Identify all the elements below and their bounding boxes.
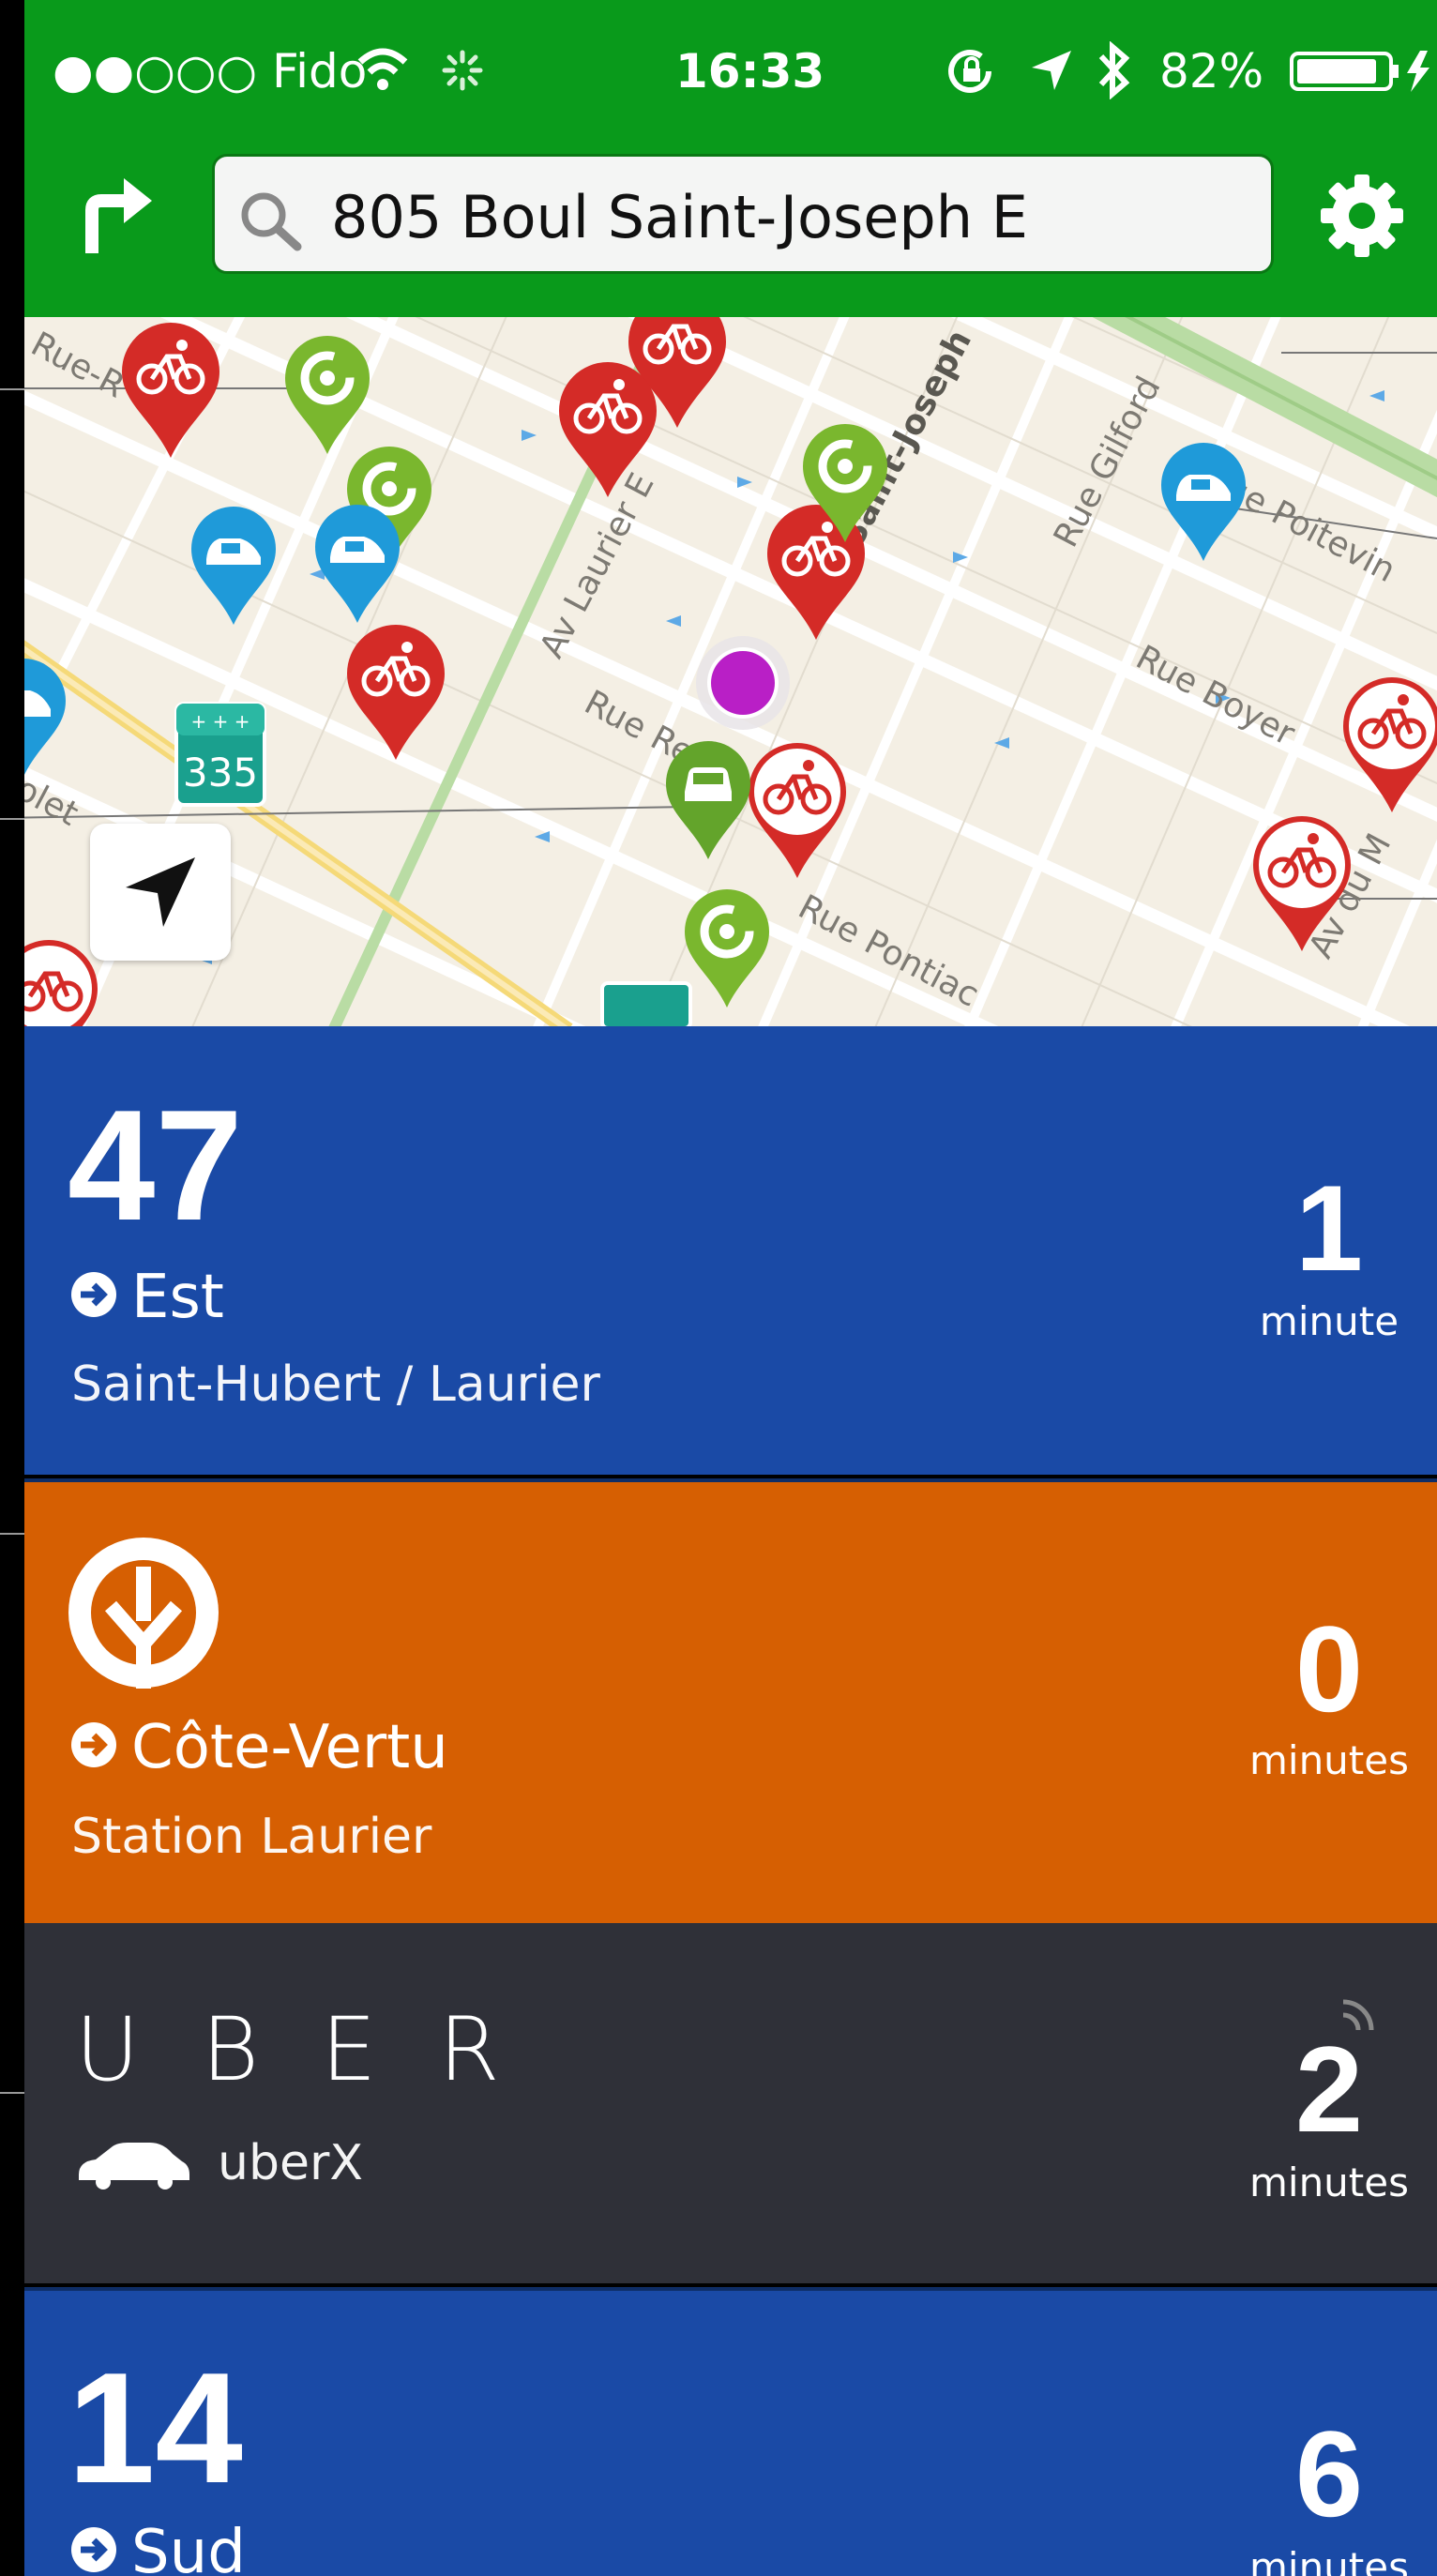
highway-shield-335: 335 + + + bbox=[174, 702, 266, 807]
carshare-pin[interactable] bbox=[1157, 439, 1249, 563]
search-field[interactable]: 805 Boul Saint-Joseph E bbox=[212, 154, 1274, 274]
service-name: uberX bbox=[218, 2135, 363, 2191]
stop-name: Station Laurier bbox=[71, 1809, 432, 1865]
annotation-line bbox=[0, 388, 24, 390]
map-view[interactable]: 335 + + + Rue-R Av Laurier E Saint-Josep… bbox=[24, 317, 1437, 1026]
annotation-line bbox=[0, 1533, 24, 1535]
bike-station-pin[interactable] bbox=[343, 621, 448, 762]
uber-card[interactable]: U B E R uberX 2 minutes bbox=[24, 1923, 1437, 2283]
uber-logo: U B E R bbox=[75, 1999, 517, 2101]
locate-me-button[interactable] bbox=[90, 824, 231, 961]
direction: Est bbox=[71, 1265, 224, 1330]
gear-icon[interactable] bbox=[1317, 171, 1407, 261]
phone-screen: ●●○○○ Fido 16:33 82% 805 Boul Saint-Jose… bbox=[24, 0, 1437, 2576]
bike-station-pin[interactable] bbox=[555, 358, 660, 499]
battery-percent: 82% bbox=[1159, 44, 1264, 98]
bike-station-pin[interactable] bbox=[1249, 812, 1354, 953]
status-bar: ●●○○○ Fido 16:33 82% bbox=[24, 0, 1437, 141]
transit-card-metro[interactable]: Côte-Vertu Station Laurier 0 minutes bbox=[24, 1478, 1437, 1923]
transit-card-bus-47[interactable]: 47 Est Saint-Hubert / Laurier 1 minute bbox=[24, 1026, 1437, 1475]
communauto-pin[interactable] bbox=[799, 420, 891, 544]
carshare-pin[interactable] bbox=[188, 503, 280, 627]
transit-card-bus-14[interactable]: 14 Sud 6 minutes bbox=[24, 2287, 1437, 2576]
communauto-pin[interactable] bbox=[281, 332, 373, 456]
eta-unit: minutes bbox=[1248, 1737, 1409, 1783]
carrier-label: ●●○○○ Fido bbox=[53, 44, 368, 98]
rotation-lock-icon bbox=[948, 50, 991, 93]
annotation-line bbox=[0, 818, 24, 820]
bike-station-pin[interactable] bbox=[1339, 674, 1437, 814]
direction-label: Est bbox=[131, 1263, 224, 1332]
wifi-icon bbox=[357, 48, 408, 90]
location-arrow-icon bbox=[126, 857, 195, 927]
carshare-pin[interactable] bbox=[311, 501, 403, 625]
direction-arrow-icon bbox=[71, 2527, 116, 2573]
eta-value: 0 bbox=[1294, 1600, 1364, 1737]
direction-arrow-icon bbox=[71, 1272, 116, 1318]
route-number: 14 bbox=[68, 2340, 243, 2516]
eta-unit: minutes bbox=[1248, 2159, 1409, 2205]
direction-arrow-icon bbox=[71, 1722, 116, 1768]
metro-logo-icon bbox=[68, 1538, 219, 1689]
stop-name: Saint-Hubert / Laurier bbox=[71, 1356, 600, 1413]
eta-value: 1 bbox=[1294, 1159, 1364, 1296]
top-bar: 805 Boul Saint-Joseph E bbox=[24, 141, 1437, 317]
bluetooth-icon bbox=[1098, 41, 1130, 99]
direction: Côte-Vertu bbox=[71, 1715, 448, 1780]
activity-spinner-icon bbox=[442, 50, 483, 91]
search-icon bbox=[241, 192, 302, 251]
eta-unit: minute bbox=[1259, 1298, 1399, 1344]
svg-text:335: 335 bbox=[183, 750, 258, 796]
annotation-line bbox=[0, 2092, 24, 2094]
eta-unit: minutes bbox=[1248, 2544, 1409, 2576]
direction: Sud bbox=[71, 2520, 246, 2576]
bike-station-pin[interactable] bbox=[118, 319, 223, 460]
battery-icon bbox=[1290, 51, 1429, 92]
user-location-marker bbox=[696, 636, 790, 730]
eta-value: 6 bbox=[1294, 2405, 1364, 2542]
communauto-pin[interactable] bbox=[681, 886, 773, 1009]
search-input[interactable]: 805 Boul Saint-Joseph E bbox=[331, 185, 1028, 250]
route-number: 47 bbox=[68, 1077, 243, 1253]
svg-text:+ + +: + + + bbox=[191, 710, 250, 733]
directions-icon[interactable] bbox=[79, 173, 154, 253]
carshare-pin[interactable] bbox=[24, 655, 69, 779]
bike-station-pin[interactable] bbox=[745, 739, 850, 880]
eta-value: 2 bbox=[1294, 2021, 1364, 2158]
car-icon bbox=[79, 2143, 189, 2190]
car-pin[interactable] bbox=[662, 737, 754, 861]
clock: 16:33 bbox=[675, 44, 825, 98]
direction-label: Côte-Vertu bbox=[131, 1713, 448, 1782]
direction-label: Sud bbox=[131, 2518, 246, 2576]
location-arrow-icon bbox=[1032, 51, 1071, 90]
